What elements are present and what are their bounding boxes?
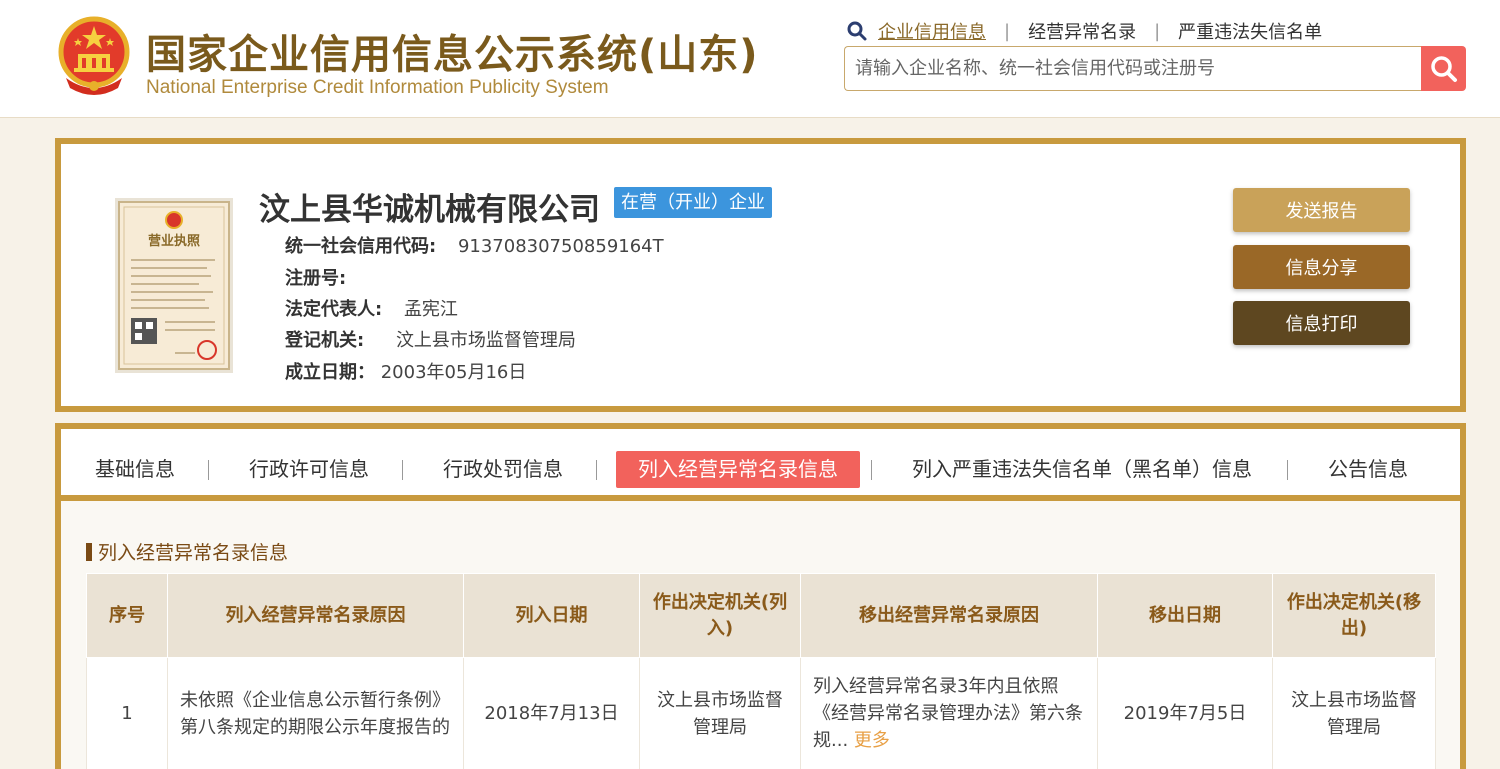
info-established-date: 成立日期： 2003年05月16日 xyxy=(285,358,526,384)
info-label: 法定代表人: xyxy=(285,299,383,320)
column-header: 序号 xyxy=(86,573,168,658)
column-header: 列入经营异常名录原因 xyxy=(167,573,464,658)
tab-announcements[interactable]: 公告信息 xyxy=(1328,451,1408,488)
info-value: 2003年05月16日 xyxy=(380,362,527,383)
national-emblem-icon xyxy=(58,16,130,95)
info-credit-code: 统一社会信用代码: 91370830750859164T xyxy=(285,232,664,258)
business-license-image: 营业执照 xyxy=(115,198,233,373)
search-button[interactable] xyxy=(1421,46,1466,91)
info-reg-authority: 登记机关: 汶上县市场监督管理局 xyxy=(285,326,576,352)
tab-admin-license[interactable]: 行政许可信息 xyxy=(249,451,369,488)
column-header: 作出决定机关(列入) xyxy=(639,573,801,658)
nav-separator: | xyxy=(1154,20,1161,42)
info-label: 注册号: xyxy=(285,268,347,289)
info-reg-number: 注册号: xyxy=(285,264,346,290)
cell-date-in: 2018年7月13日 xyxy=(463,657,640,769)
column-header: 移出经营异常名录原因 xyxy=(800,573,1098,658)
license-title: 营业执照 xyxy=(148,233,200,249)
site-header: 国家企业信用信息公示系统(山东) National Enterprise Cre… xyxy=(0,0,1500,118)
more-link[interactable]: 更多 xyxy=(854,730,890,751)
nav-separator: | xyxy=(1004,20,1011,42)
column-header: 列入日期 xyxy=(463,573,640,658)
status-badge: 在营（开业）企业 xyxy=(614,187,772,218)
tab-bar: 基础信息 行政许可信息 行政处罚信息 列入经营异常名录信息 列入严重违法失信名单… xyxy=(61,429,1460,501)
search-box xyxy=(844,46,1424,91)
tab-separator xyxy=(1287,460,1288,480)
cell-reason-in: 未依照《企业信息公示暂行条例》第八条规定的期限公示年度报告的 xyxy=(167,657,464,769)
search-small-icon xyxy=(847,21,867,41)
tab-abnormal-list[interactable]: 列入经营异常名录信息 xyxy=(616,451,860,488)
tab-admin-penalty[interactable]: 行政处罚信息 xyxy=(443,451,563,488)
nav-link-abnormal-list[interactable]: 经营异常名录 xyxy=(1028,18,1136,44)
section-title: 列入经营异常名录信息 xyxy=(98,542,289,564)
top-nav: 企业信用信息 | 经营异常名录 | 严重违法失信名单 xyxy=(846,18,1322,44)
info-value: 汶上县市场监督管理局 xyxy=(395,330,576,351)
cell-reason-out: 列入经营异常名录3年内且依照《经营异常名录管理办法》第六条规... 更多 xyxy=(800,657,1098,769)
search-icon xyxy=(1430,55,1457,82)
company-card: 营业执照 汶上县华诚机械有限公司 在营（开业）企业 统一社会信用代码: 9137… xyxy=(55,138,1466,412)
info-value: 91370830750859164T xyxy=(457,236,664,257)
table-row: 1 未依照《企业信息公示暂行条例》第八条规定的期限公示年度报告的 2018年7月… xyxy=(86,657,1436,769)
search-input[interactable] xyxy=(845,47,1424,90)
print-info-button[interactable]: 信息打印 xyxy=(1233,301,1410,345)
details-panel: 基础信息 行政许可信息 行政处罚信息 列入经营异常名录信息 列入严重违法失信名单… xyxy=(55,423,1466,769)
company-name: 汶上县华诚机械有限公司 xyxy=(259,192,600,228)
column-header: 作出决定机关(移出) xyxy=(1272,573,1436,658)
share-info-button[interactable]: 信息分享 xyxy=(1233,245,1410,289)
site-subtitle: National Enterprise Credit Information P… xyxy=(146,77,609,98)
column-header: 移出日期 xyxy=(1097,573,1273,658)
cell-index: 1 xyxy=(86,657,168,769)
send-report-button[interactable]: 发送报告 xyxy=(1233,188,1410,232)
heading-bar xyxy=(86,543,92,561)
info-label: 统一社会信用代码: xyxy=(285,236,437,257)
cell-date-out: 2019年7月5日 xyxy=(1097,657,1273,769)
tab-blacklist[interactable]: 列入严重违法失信名单（黑名单）信息 xyxy=(912,451,1252,488)
info-label: 登记机关: xyxy=(285,330,365,351)
nav-link-enterprise-credit[interactable]: 企业信用信息 xyxy=(878,18,986,44)
site-title: 国家企业信用信息公示系统(山东) xyxy=(146,32,759,78)
nav-link-blacklist[interactable]: 严重违法失信名单 xyxy=(1178,18,1322,44)
cell-authority-out: 汶上县市场监督管理局 xyxy=(1272,657,1436,769)
tab-separator xyxy=(871,460,872,480)
cell-authority-in: 汶上县市场监督管理局 xyxy=(639,657,801,769)
table-header-row: 序号 列入经营异常名录原因 列入日期 作出决定机关(列入) 移出经营异常名录原因… xyxy=(86,573,1436,658)
info-legal-rep: 法定代表人: 孟宪江 xyxy=(285,295,458,321)
abnormal-list-table: 序号 列入经营异常名录原因 列入日期 作出决定机关(列入) 移出经营异常名录原因… xyxy=(86,573,1436,769)
info-label: 成立日期： xyxy=(285,362,375,383)
info-value: 孟宪江 xyxy=(403,299,458,320)
section-heading: 列入经营异常名录信息 xyxy=(86,538,288,565)
tab-separator xyxy=(402,460,403,480)
tab-basic-info[interactable]: 基础信息 xyxy=(95,451,175,488)
tab-separator xyxy=(596,460,597,480)
tab-separator xyxy=(208,460,209,480)
